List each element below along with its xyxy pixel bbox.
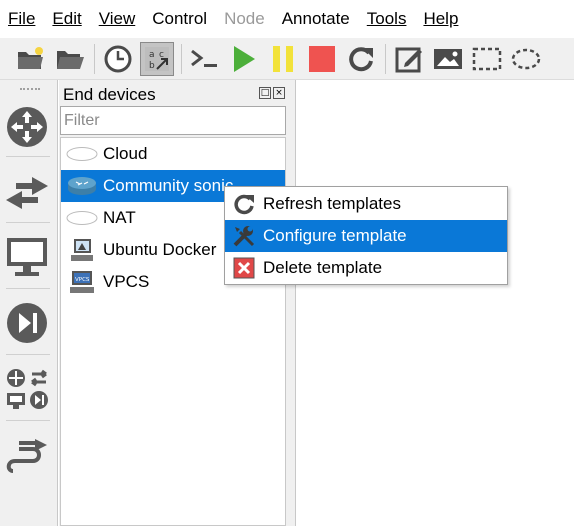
insert-image-icon (434, 48, 462, 69)
menu-bar: File Edit View Control Node Annotate Too… (0, 0, 574, 38)
dock-grip[interactable] (20, 88, 40, 90)
toolbar-separator (181, 43, 182, 74)
snapshot-clock-icon (104, 45, 132, 72)
list-item-label: VPCS (103, 272, 150, 291)
switches-icon (6, 177, 48, 209)
panel-title: End devices (63, 85, 156, 104)
wrench-screwdriver-icon (231, 223, 257, 249)
all-devices-button[interactable] (4, 366, 50, 412)
menu-annotate[interactable]: Annotate (282, 0, 350, 38)
list-item-label: Cloud (103, 144, 148, 163)
menu-item-label: Delete template (263, 258, 383, 277)
main-toolbar: a c b (0, 38, 574, 80)
new-project-icon (18, 46, 43, 69)
end-devices-icon (7, 238, 47, 276)
console-button[interactable] (188, 42, 222, 76)
menu-help[interactable]: Help (423, 0, 458, 38)
dock-separator (6, 222, 50, 223)
reload-icon (349, 46, 373, 71)
stop-button[interactable] (305, 42, 339, 76)
configure-template-menu-item[interactable]: Configure template (225, 220, 507, 252)
nat-cloud-icon (65, 205, 99, 231)
refresh-icon (231, 191, 257, 217)
routers-icon (7, 107, 47, 147)
dock-separator (6, 420, 50, 421)
menu-view[interactable]: View (99, 0, 136, 38)
draw-rectangle-icon (472, 47, 502, 70)
topology-canvas[interactable] (297, 80, 574, 526)
menu-edit[interactable]: Edit (52, 0, 81, 38)
open-project-button[interactable] (53, 42, 87, 76)
add-note-button[interactable] (392, 42, 426, 76)
panel-title-buttons: □ × (259, 87, 285, 99)
dock-separator (6, 354, 50, 355)
all-devices-icon (7, 369, 48, 409)
panel-splitter[interactable] (289, 80, 296, 526)
menu-file[interactable]: File (8, 0, 35, 38)
menu-control[interactable]: Control (152, 0, 207, 38)
stop-icon (309, 45, 335, 72)
draw-rectangle-button[interactable] (470, 42, 504, 76)
open-project-icon (57, 50, 84, 69)
svg-text:a: a (149, 50, 155, 60)
end-devices-panel: End devices □ × Filter Cloud Community s… (59, 80, 289, 526)
security-devices-icon (7, 303, 47, 343)
routers-button[interactable] (4, 104, 50, 150)
menu-item-label: Configure template (263, 226, 407, 245)
menu-node[interactable]: Node (224, 0, 265, 38)
security-devices-button[interactable] (4, 300, 50, 346)
menu-item-label: Refresh templates (263, 194, 401, 213)
toolbar-separator (94, 43, 95, 74)
filter-input[interactable]: Filter (60, 106, 286, 135)
list-item-label: Ubuntu Docker (103, 240, 217, 259)
insert-image-button[interactable] (431, 42, 465, 76)
end-devices-button[interactable] (4, 234, 50, 280)
new-project-button[interactable] (14, 42, 48, 76)
svg-text:VPCS: VPCS (75, 277, 90, 283)
list-item-label: Community sonic (103, 176, 234, 195)
switches-button[interactable] (4, 170, 50, 216)
device-type-dock (0, 80, 58, 526)
list-item-cloud[interactable]: Cloud (61, 138, 285, 170)
show-interface-labels-button[interactable]: a c b (140, 41, 174, 76)
start-button[interactable] (227, 42, 261, 76)
snapshot-button[interactable] (101, 42, 135, 76)
add-note-icon (395, 47, 422, 72)
docker-host-icon (65, 237, 99, 263)
console-icon (191, 49, 217, 67)
draw-ellipse-button[interactable] (509, 42, 543, 76)
pause-button[interactable] (266, 42, 300, 76)
add-link-button[interactable] (4, 432, 50, 478)
vpcs-icon: VPCS (65, 269, 99, 295)
cloud-icon (65, 141, 99, 167)
draw-ellipse-icon (511, 48, 541, 69)
start-icon (234, 45, 255, 72)
router-icon (65, 173, 99, 199)
pause-icon (273, 45, 293, 72)
delete-icon (231, 255, 257, 281)
show-interface-labels-icon: a c b (145, 46, 169, 71)
list-item-label: NAT (103, 208, 136, 227)
float-panel-button[interactable]: □ (259, 87, 271, 99)
dock-separator (6, 156, 50, 157)
close-panel-button[interactable]: × (273, 87, 285, 99)
refresh-templates-menu-item[interactable]: Refresh templates (225, 188, 507, 220)
add-link-icon (6, 439, 47, 473)
menu-tools[interactable]: Tools (367, 0, 407, 38)
svg-text:b: b (149, 61, 155, 71)
dock-separator (6, 288, 50, 289)
toolbar-separator (385, 43, 386, 74)
delete-template-menu-item[interactable]: Delete template (225, 252, 507, 284)
template-context-menu: Refresh templates Configure template Del… (224, 186, 508, 285)
reload-button[interactable] (344, 42, 378, 76)
